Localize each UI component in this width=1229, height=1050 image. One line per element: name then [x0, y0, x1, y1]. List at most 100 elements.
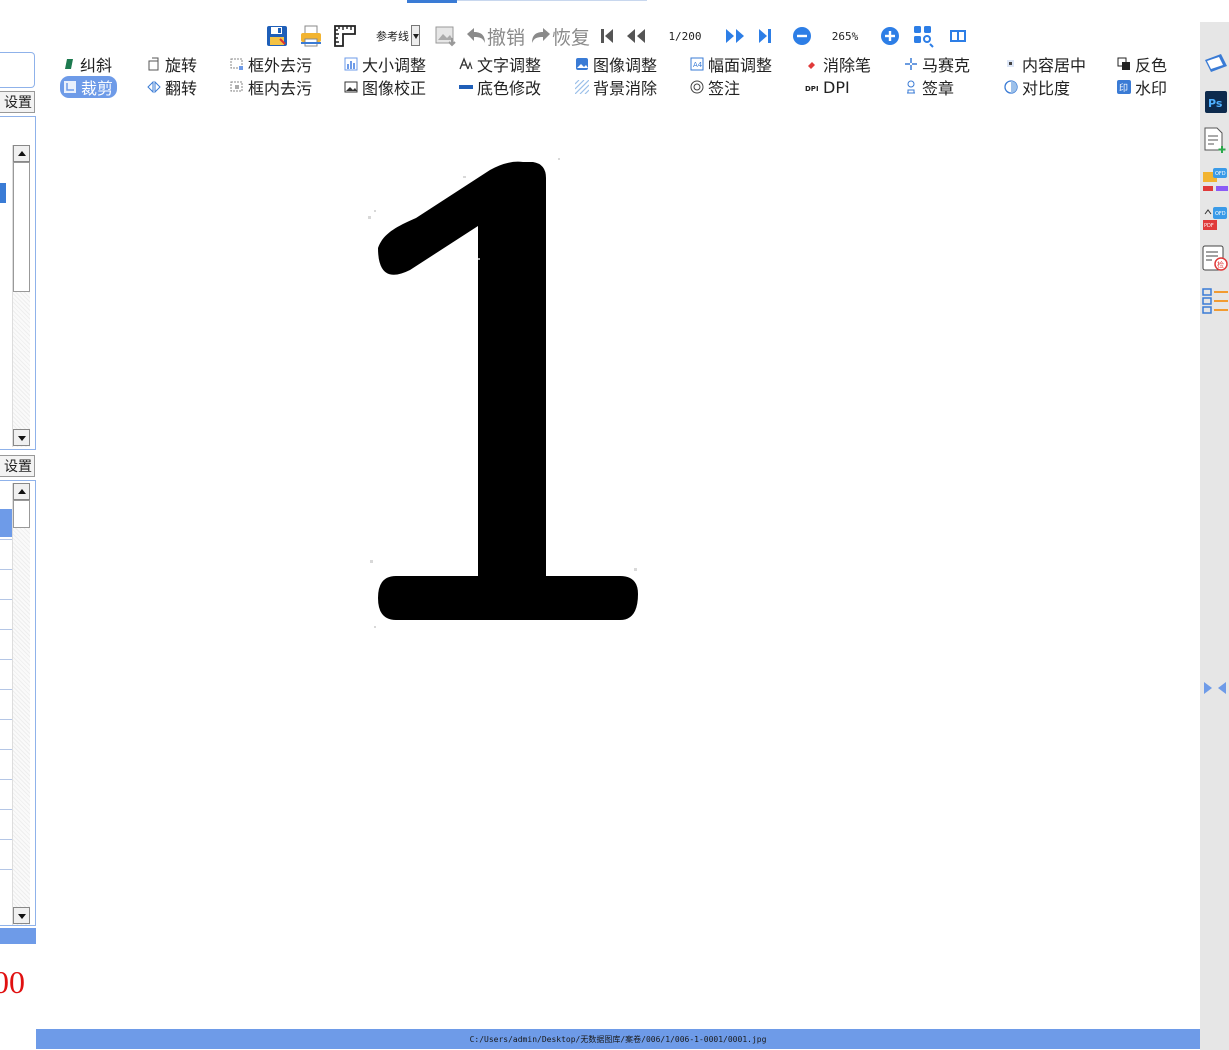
scroll-thumb[interactable] [13, 162, 30, 292]
table-row[interactable] [0, 779, 12, 780]
contrast-icon [1004, 80, 1018, 94]
invert-icon [1117, 57, 1130, 70]
table-row[interactable] [0, 659, 12, 660]
tool-background-color[interactable]: 底色修改 [459, 76, 541, 98]
background-color-icon [459, 85, 473, 89]
tool-label: 图像校正 [362, 79, 427, 98]
status-bar: C:/Users/admin/Desktop/无数据图库/案卷/006/1/00… [36, 1029, 1200, 1049]
document-image: 1 [38, 98, 638, 628]
save-icon[interactable] [264, 22, 290, 50]
tool-deskew[interactable]: 纠斜 [62, 53, 112, 75]
scroll-down-icon[interactable] [13, 429, 30, 446]
tool-label: 消除笔 [823, 56, 872, 75]
last-page-icon[interactable] [756, 22, 774, 50]
table-row[interactable] [0, 689, 12, 690]
tool-seal[interactable]: 签章 [904, 76, 954, 98]
file-list-panel[interactable] [0, 480, 36, 926]
ruler-icon[interactable] [332, 22, 358, 50]
tool-label: 签章 [922, 79, 955, 98]
redo-button[interactable]: 恢复 [529, 22, 591, 50]
image-adjust-icon [576, 58, 588, 70]
undo-label: 撤销 [486, 26, 525, 49]
table-row[interactable] [0, 839, 12, 840]
table-row[interactable] [0, 569, 12, 570]
inner-clean-icon [230, 81, 243, 92]
tool-inner-clean[interactable]: 框内去污 [230, 76, 312, 98]
tool-page-size[interactable]: A4 幅面调整 [690, 53, 772, 75]
first-page-icon[interactable] [598, 22, 616, 50]
flip-icon [147, 80, 161, 94]
tree-scrollbar[interactable] [12, 145, 30, 447]
table-row[interactable] [0, 749, 12, 750]
page-size-icon: A4 [690, 57, 704, 71]
prev-page-icon[interactable] [624, 22, 648, 50]
undo-button[interactable]: 撤销 [464, 22, 526, 50]
tree-panel[interactable] [0, 116, 36, 450]
zoom-out-icon[interactable] [791, 22, 813, 50]
tool-contrast[interactable]: 对比度 [1004, 76, 1070, 98]
list-scrollbar[interactable] [12, 483, 30, 925]
zoom-level: 265% [831, 29, 859, 43]
tool-label: 图像调整 [593, 56, 658, 75]
collapse-icon[interactable] [1201, 674, 1229, 702]
seal-icon [907, 80, 915, 94]
reference-line-label: 参考线 [376, 29, 409, 43]
next-page-icon[interactable] [723, 22, 747, 50]
chevron-down-icon[interactable] [411, 25, 420, 46]
table-row[interactable] [0, 809, 12, 810]
page-indicator: 1/200 [668, 29, 702, 43]
tool-center-content[interactable]: 内容居中 [1004, 53, 1086, 75]
file-path: C:/Users/admin/Desktop/无数据图库/案卷/006/1/00… [469, 1034, 767, 1044]
annotate-icon [690, 80, 704, 94]
document-glyph: 1 [38, 98, 39, 99]
scroll-thumb[interactable] [13, 500, 30, 528]
search-input[interactable] [0, 52, 35, 88]
tool-annotate[interactable]: 签注 [690, 76, 740, 98]
reference-line-select[interactable]: 参考线 [376, 24, 428, 47]
scroll-up-icon[interactable] [13, 483, 30, 500]
list-icon[interactable] [1201, 286, 1229, 314]
settings-button-2[interactable]: 设置 [0, 455, 35, 477]
scroll-down-icon[interactable] [13, 907, 30, 924]
tool-text-adjust[interactable]: 文字调整 [459, 53, 541, 75]
scroll-up-icon[interactable] [13, 145, 30, 162]
tool-image-adjust[interactable]: 图像调整 [575, 53, 657, 75]
tool-eraser[interactable]: 消除笔 [805, 53, 871, 75]
count-text: 00 [0, 964, 25, 1000]
print-icon[interactable] [298, 22, 324, 50]
undo-icon [466, 28, 485, 43]
settings-button-1[interactable]: 设置 [0, 91, 35, 113]
tool-crop[interactable]: 裁剪 [60, 76, 118, 98]
watermark-icon: 印 [1117, 80, 1131, 94]
tool-rotate[interactable]: 旋转 [147, 53, 197, 75]
tool-outer-clean[interactable]: 框外去污 [230, 53, 312, 75]
tool-image-correct[interactable]: 图像校正 [344, 76, 426, 98]
table-row[interactable] [0, 539, 12, 540]
table-row[interactable] [0, 599, 12, 600]
tool-mosaic[interactable]: 马赛克 [904, 53, 970, 75]
table-row[interactable] [0, 629, 12, 630]
check-icon[interactable]: 检 [1201, 244, 1229, 272]
tool-dpi[interactable]: DPI DPI [805, 76, 850, 98]
tool-label: 内容居中 [1022, 56, 1087, 75]
table-row[interactable] [0, 719, 12, 720]
split-view-icon[interactable] [947, 22, 969, 50]
ofd-convert-icon[interactable]: OFD [1201, 166, 1229, 194]
tool-invert[interactable]: 反色 [1117, 53, 1167, 75]
layout-icon[interactable] [911, 22, 937, 50]
tool-label: DPI [823, 77, 850, 97]
add-document-icon[interactable] [1201, 126, 1229, 154]
image-tools-panel: 纠斜 旋转 框外去污 大小调整 文字调整 图像调整 A4 幅面调整 消除笔 马赛… [38, 52, 1198, 98]
zoom-in-icon[interactable] [879, 22, 901, 50]
image-canvas[interactable]: 1 [38, 98, 1198, 1029]
image-export-icon[interactable] [433, 22, 459, 50]
tool-flip[interactable]: 翻转 [147, 76, 197, 98]
scan-icon[interactable] [1201, 50, 1229, 78]
svg-text:PDF: PDF [1204, 223, 1214, 229]
photoshop-icon[interactable]: Ps [1201, 88, 1229, 116]
tool-resize[interactable]: 大小调整 [344, 53, 426, 75]
tool-background-remove[interactable]: 背景消除 [575, 76, 657, 98]
pdf-ofd-convert-icon[interactable]: OFD PDF [1201, 204, 1229, 232]
tool-watermark[interactable]: 印 水印 [1117, 76, 1167, 98]
table-row[interactable] [0, 869, 12, 870]
